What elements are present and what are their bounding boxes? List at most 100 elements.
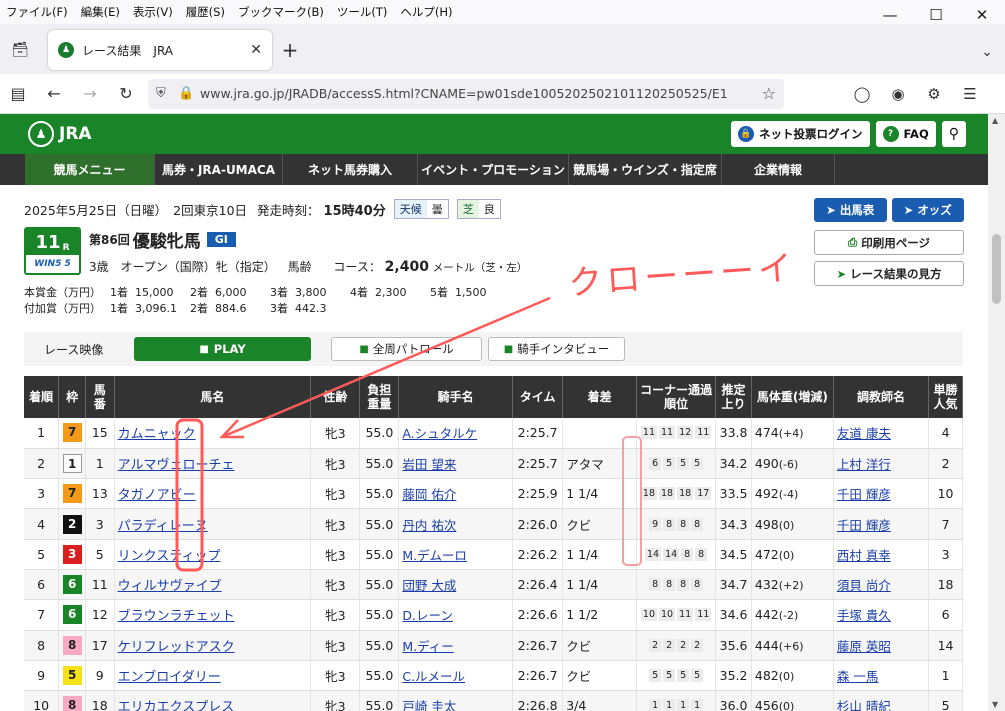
trainer-link[interactable]: 上村 洋行 bbox=[837, 457, 891, 472]
browser-tab[interactable]: ♟ レース結果 JRA ✕ bbox=[48, 30, 272, 70]
cell-sex: 牝3 bbox=[310, 660, 361, 692]
horse-name-link[interactable]: パラディレーヌ bbox=[118, 519, 208, 534]
cell-pop: 1 bbox=[928, 660, 963, 692]
corner-position: 2 bbox=[663, 638, 676, 652]
menu-item[interactable]: ブックマーク(B) bbox=[238, 4, 324, 20]
horse-name-link[interactable]: アルマヴェローチェ bbox=[118, 458, 235, 473]
corner-position: 11 bbox=[640, 426, 657, 440]
trainer-link[interactable]: 森 一馬 bbox=[837, 669, 878, 684]
patrol-button[interactable]: ■ 全周パトロール bbox=[331, 337, 482, 361]
jockey-link[interactable]: 戸崎 圭太 bbox=[402, 699, 456, 711]
jockey-link[interactable]: 丹内 祐次 bbox=[402, 518, 456, 533]
jra-logo[interactable]: ♟ JRA bbox=[28, 121, 92, 147]
weather-badge: 天候 曇 bbox=[393, 199, 449, 219]
horse-name-link[interactable]: エリカエクスプレス bbox=[118, 700, 235, 711]
menu-item[interactable]: 編集(E) bbox=[81, 4, 120, 20]
nav-item[interactable]: ネット馬券購入 bbox=[283, 154, 418, 185]
cell-wt: 55.0 bbox=[359, 599, 400, 631]
faq-button[interactable]: ? FAQ bbox=[875, 121, 936, 147]
scroll-down-icon[interactable]: ▼ bbox=[992, 700, 998, 709]
scroll-up-icon[interactable]: ▲ bbox=[992, 116, 998, 125]
reload-icon[interactable]: ↻ bbox=[108, 78, 144, 110]
account-icon[interactable]: ◉ bbox=[880, 85, 916, 103]
lock-icon[interactable]: 🔒 bbox=[178, 86, 200, 101]
tab-list-icon[interactable]: 🗃 bbox=[0, 30, 40, 70]
jockey-link[interactable]: 団野 大成 bbox=[402, 578, 456, 593]
pocket-icon[interactable]: ◯ bbox=[844, 85, 880, 103]
trainer-link[interactable]: 藤原 英昭 bbox=[837, 639, 891, 654]
cell-waku: 7 bbox=[58, 478, 86, 510]
cell-corner: 6555 bbox=[636, 448, 717, 480]
menu-item[interactable]: 履歴(S) bbox=[186, 4, 225, 20]
nav-item[interactable]: 競馬メニュー bbox=[25, 154, 155, 185]
corner-position: 8 bbox=[677, 578, 690, 592]
jockey-link[interactable]: M.ディー bbox=[402, 639, 453, 654]
nav-item[interactable]: イベント・プロモーション bbox=[418, 154, 569, 185]
url-bar[interactable]: ⛨ 🔒 www.jra.go.jp/JRADB/accessS.html?CNA… bbox=[148, 78, 784, 109]
cell-bw: 444(+6) bbox=[751, 630, 834, 661]
scroll-thumb[interactable] bbox=[992, 234, 1001, 304]
scrollbar[interactable]: ▲ ▼ bbox=[988, 114, 1005, 711]
nav-item[interactable]: 馬券・JRA-UMACA bbox=[155, 154, 283, 185]
jockey-link[interactable]: 岩田 望来 bbox=[402, 457, 456, 472]
body-weight-value: 482 bbox=[754, 668, 779, 684]
cell-trainer: 上村 洋行 bbox=[833, 448, 930, 480]
cell-wt: 55.0 bbox=[359, 690, 400, 711]
horse-name-link[interactable]: リンクスティップ bbox=[118, 549, 221, 564]
jockey-link[interactable]: D.レーン bbox=[402, 608, 452, 623]
trainer-link[interactable]: 友道 康夫 bbox=[837, 426, 891, 441]
chevron-down-icon[interactable]: ⌄ bbox=[981, 44, 993, 60]
net-vote-login-button[interactable]: 🔒 ネット投票ログイン bbox=[731, 121, 870, 147]
jockey-link[interactable]: C.ルメール bbox=[402, 669, 465, 684]
jockey-link[interactable]: M.デムーロ bbox=[402, 548, 467, 563]
extensions-icon[interactable]: ⚙ bbox=[916, 85, 952, 103]
corner-position: 11 bbox=[677, 608, 694, 622]
shield-icon[interactable]: ⛨ bbox=[156, 86, 178, 101]
trainer-link[interactable]: 千田 輝彦 bbox=[837, 518, 891, 533]
jockey-link[interactable]: A.シュタルケ bbox=[402, 426, 477, 441]
horse-name-link[interactable]: タガノアビー bbox=[118, 488, 196, 503]
waku-badge: 1 bbox=[62, 453, 82, 473]
shutuba-button[interactable]: ➤ 出馬表 bbox=[814, 198, 887, 222]
sidebar-icon[interactable]: ▤ bbox=[0, 78, 36, 110]
menu-icon[interactable]: ☰ bbox=[952, 85, 988, 103]
trainer-link[interactable]: 杉山 晴紀 bbox=[837, 699, 891, 711]
close-tab-icon[interactable]: ✕ bbox=[250, 42, 262, 58]
search-button[interactable]: ⚲ bbox=[941, 121, 966, 147]
horse-name-link[interactable]: ウィルサヴァイブ bbox=[118, 579, 222, 594]
horse-name-link[interactable]: エンブロイダリー bbox=[118, 670, 221, 685]
cell-margin: 1 1/4 bbox=[562, 478, 637, 510]
trainer-link[interactable]: 須貝 尚介 bbox=[837, 578, 891, 593]
horse-name-link[interactable]: カムニャック bbox=[118, 427, 196, 442]
howto-results-button[interactable]: ➤ レース結果の見方 bbox=[814, 261, 964, 286]
nav-item[interactable]: 企業情報 bbox=[722, 154, 835, 185]
cell-num: 15 bbox=[85, 418, 115, 449]
trainer-link[interactable]: 千田 輝彦 bbox=[837, 487, 891, 502]
menu-item[interactable]: ツール(T) bbox=[337, 4, 388, 20]
cell-corner: 2222 bbox=[636, 630, 717, 661]
interview-button[interactable]: ■ 騎手インタビュー bbox=[488, 337, 625, 361]
menu-item[interactable]: ファイル(F) bbox=[6, 4, 68, 20]
cell-horse: リンクスティップ bbox=[114, 539, 312, 570]
new-tab-icon[interactable]: + bbox=[272, 30, 308, 70]
menu-item[interactable]: 表示(V) bbox=[133, 4, 173, 20]
corner-positions: 10 10 11 11 bbox=[640, 608, 712, 622]
print-page-button[interactable]: ⎙ 印刷用ページ bbox=[814, 230, 964, 255]
horse-name-link[interactable]: ケリフレッドアスク bbox=[118, 640, 235, 655]
chevron-right-icon: ➤ bbox=[903, 203, 914, 217]
trainer-link[interactable]: 西村 真幸 bbox=[837, 548, 891, 563]
back-icon[interactable]: ← bbox=[36, 78, 72, 110]
cell-sex: 牝3 bbox=[310, 690, 361, 711]
url-text[interactable]: www.jra.go.jp/JRADB/accessS.html?CNAME=p… bbox=[200, 86, 762, 101]
menu-item[interactable]: ヘルプ(H) bbox=[400, 4, 452, 20]
jockey-link[interactable]: 藤岡 佑介 bbox=[402, 487, 456, 502]
trainer-link[interactable]: 手塚 貴久 bbox=[837, 608, 891, 623]
bookmark-star-icon[interactable]: ☆ bbox=[762, 84, 776, 103]
nav-item[interactable]: 競馬場・ウインズ・指定席 bbox=[569, 154, 722, 185]
horse-name-link[interactable]: ブラウンラチェット bbox=[118, 609, 235, 624]
play-button[interactable]: ■ PLAY bbox=[134, 337, 311, 361]
odds-button[interactable]: ➤ オッズ bbox=[891, 198, 964, 222]
column-header: コーナー通過順位 bbox=[636, 376, 717, 418]
race-number-badge: 11 R WIN5 5 bbox=[24, 227, 81, 275]
forward-icon[interactable]: → bbox=[72, 78, 108, 110]
